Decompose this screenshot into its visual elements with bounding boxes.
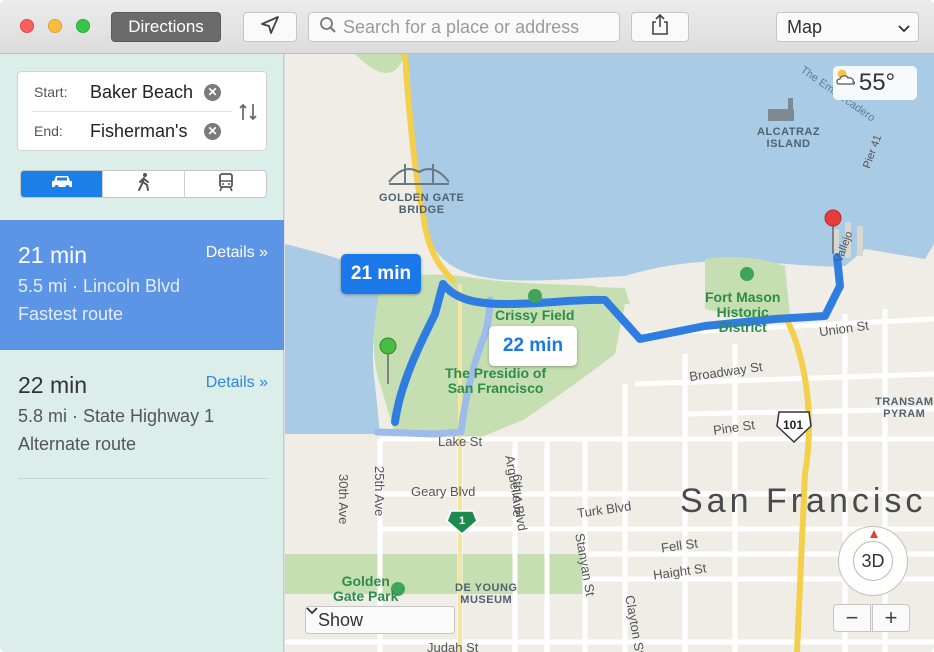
weather-temperature: 55°: [858, 69, 896, 96]
directions-sidebar: Start: Baker Beach ✕ End: Fisherman's ✕: [0, 54, 284, 652]
poi-fort-mason[interactable]: Fort Mason Historic District: [705, 290, 780, 335]
route-note: Alternate route: [18, 434, 137, 454]
route-bubble-primary[interactable]: 21 min: [341, 254, 421, 294]
map-mode-select[interactable]: Map: [776, 12, 919, 42]
route-note: Fastest route: [18, 304, 124, 324]
toolbar: Directions Map: [0, 0, 934, 54]
maps-window: Directions Map S: [0, 0, 934, 652]
zoom-window-button[interactable]: [76, 19, 90, 33]
location-arrow-icon: [260, 15, 280, 40]
share-button[interactable]: [631, 12, 689, 42]
route-time: 22 min: [18, 372, 88, 398]
list-divider: [18, 478, 268, 479]
street-6th: 6th Ave: [510, 474, 525, 518]
3d-label: 3D: [861, 550, 885, 571]
clear-end-icon[interactable]: ✕: [204, 122, 221, 140]
swap-icon[interactable]: [236, 100, 260, 124]
search-input[interactable]: [343, 16, 613, 38]
show-label: Show: [318, 609, 364, 630]
route-details-link[interactable]: Details »: [206, 244, 268, 262]
search-field[interactable]: [308, 12, 620, 42]
minimize-window-button[interactable]: [48, 19, 62, 33]
zoom-in-button[interactable]: +: [872, 604, 910, 632]
street-lake: Lake St: [438, 434, 483, 449]
poi-presidio[interactable]: The Presidio of San Francisco: [445, 366, 546, 396]
street-25th: 25th Ave: [372, 466, 387, 517]
shield-101-label: 101: [783, 418, 804, 432]
transit-tab[interactable]: [184, 171, 266, 197]
current-location-button[interactable]: [243, 12, 297, 42]
map-mode-value: Map: [787, 16, 823, 37]
weather-widget[interactable]: 55°: [833, 66, 917, 100]
shield-1-label: 1: [459, 515, 466, 527]
landmark-golden-gate-bridge[interactable]: GOLDEN GATE BRIDGE: [379, 192, 464, 216]
close-window-button[interactable]: [20, 19, 34, 33]
route-option-2[interactable]: 22 min Details » 5.8 mi · State Highway …: [0, 350, 284, 480]
route-details-link[interactable]: Details »: [206, 374, 268, 392]
transit-icon: [218, 172, 234, 197]
end-field[interactable]: Fisherman's: [90, 121, 187, 142]
city-label: San Francisc: [680, 482, 927, 520]
start-label: Start:: [34, 84, 68, 100]
walk-tab[interactable]: [102, 171, 184, 197]
search-icon: [319, 16, 337, 39]
map-canvas: [285, 54, 934, 652]
start-row[interactable]: Start: Baker Beach ✕: [18, 73, 268, 111]
route-distance: 5.5 mi · Lincoln Blvd: [18, 276, 181, 296]
zoom-out-button[interactable]: −: [833, 604, 871, 632]
landmark-de-young[interactable]: DE YOUNG MUSEUM: [455, 582, 517, 606]
chevron-down-icon: [898, 17, 910, 38]
directions-label: Directions: [128, 17, 204, 36]
start-field[interactable]: Baker Beach: [90, 82, 193, 103]
walk-icon: [136, 172, 152, 197]
route-time: 21 min: [18, 242, 88, 268]
alcatraz-icon: [768, 98, 794, 121]
poi-crissy-field[interactable]: Crissy Field: [495, 308, 574, 323]
route-distance: 5.8 mi · State Highway 1: [18, 406, 215, 426]
drive-tab[interactable]: [21, 171, 102, 197]
street-geary: Geary Blvd: [411, 484, 476, 499]
route-bubble-alternate[interactable]: 22 min: [489, 326, 577, 366]
street-judah: Judah St: [427, 640, 479, 652]
map-view[interactable]: GOLDEN GATE BRIDGE ALCATRAZ ISLAND DE YOUN…: [285, 54, 934, 652]
minus-icon: −: [845, 605, 859, 630]
landmark-alcatraz[interactable]: ALCATRAZ ISLAND: [757, 126, 820, 150]
street-30th: 30th Ave: [336, 474, 351, 525]
route-form: Start: Baker Beach ✕ End: Fisherman's ✕: [17, 71, 267, 151]
car-icon: [50, 174, 74, 195]
3d-button[interactable]: 3D: [853, 541, 893, 581]
poi-golden-gate-park[interactable]: Golden Gate Park: [333, 574, 398, 604]
show-menu[interactable]: Show: [305, 606, 455, 634]
share-icon: [650, 13, 670, 41]
clear-start-icon[interactable]: ✕: [204, 83, 221, 101]
landmark-transamerica[interactable]: TRANSAM PYRAM: [875, 396, 934, 420]
directions-button[interactable]: Directions: [111, 12, 221, 42]
route-option-1[interactable]: 21 min Details » 5.5 mi · Lincoln Blvd F…: [0, 220, 284, 350]
transport-mode-selector: [20, 170, 267, 198]
compass-control[interactable]: 3D: [838, 526, 908, 596]
plus-icon: +: [884, 605, 898, 630]
end-row[interactable]: End: Fisherman's ✕: [18, 112, 268, 150]
end-label: End:: [34, 123, 63, 139]
